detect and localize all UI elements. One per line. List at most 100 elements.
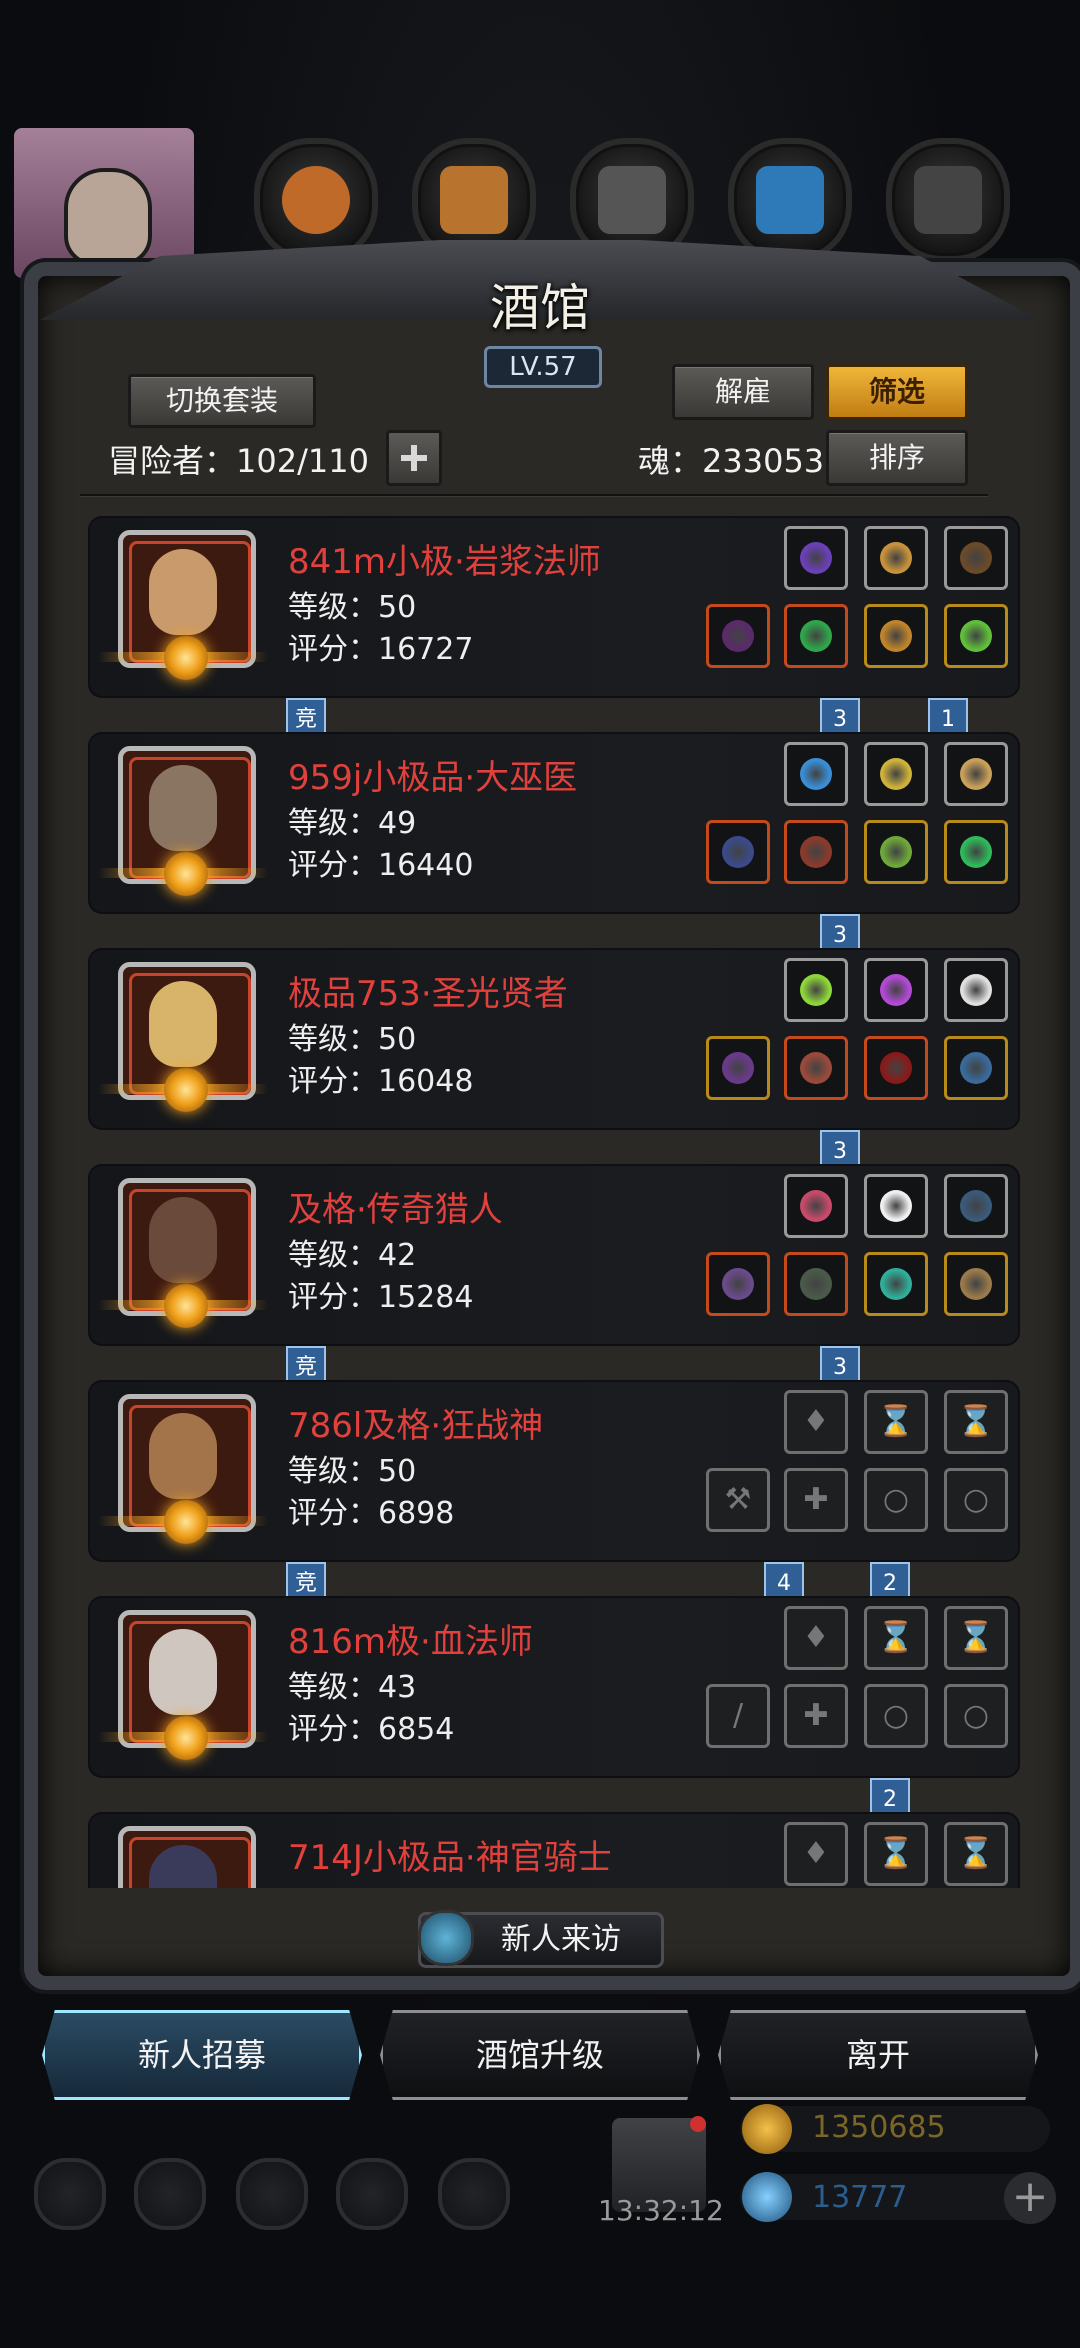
equipment-slot[interactable] <box>706 820 770 884</box>
equipment-slot[interactable] <box>864 1252 928 1316</box>
equipment-slot[interactable] <box>944 820 1008 884</box>
equipment-slot[interactable] <box>944 742 1008 806</box>
hero-score: 评分：15284 <box>288 1280 474 1315</box>
recruit-button[interactable]: 新人招募 <box>42 2010 362 2100</box>
filter-button[interactable]: 筛选 <box>826 364 968 420</box>
rank-star-icon <box>164 1068 208 1112</box>
empty-equipment-slot[interactable]: ✚ <box>784 1468 848 1532</box>
hero-card[interactable]: 786l及格·狂战神 等级：50 评分：6898 ♦ ⌛ ⌛ ⚒ ✚ ○ ○ <box>88 1380 1020 1562</box>
equipment-slot[interactable] <box>944 1174 1008 1238</box>
equipment-slot[interactable] <box>784 526 848 590</box>
hero-level: 等级：50 <box>288 1454 417 1489</box>
empty-equipment-slot[interactable]: ⌛ <box>864 1822 928 1886</box>
hero-card[interactable]: 714J小极品·神官骑士 ♦ ⌛ ⌛ <box>88 1812 1020 1888</box>
hero-level: 等级：43 <box>288 1670 417 1705</box>
new-visitor-label: 新人来访 <box>501 1922 621 1957</box>
gold-amount: 1350685 <box>812 2110 946 2145</box>
gold-coin-icon <box>742 2104 792 2154</box>
hero-list[interactable]: 841m小极·岩浆法师 等级：50 评分：16727 竞 3 1 959j小极品·大巫医 等级… <box>48 500 1038 1888</box>
equipment-slot[interactable] <box>944 604 1008 668</box>
leave-button[interactable]: 离开 <box>718 2010 1038 2100</box>
settings-icon[interactable] <box>34 2158 106 2230</box>
equipment-slot[interactable] <box>784 820 848 884</box>
sword-icon[interactable] <box>438 2158 510 2230</box>
hero-level: 等级：42 <box>288 1238 417 1273</box>
hero-score: 评分：16048 <box>288 1064 474 1099</box>
adventurer-count: 冒险者：102/110 <box>108 442 369 480</box>
equipment-slot[interactable] <box>706 1036 770 1100</box>
equipment-slot[interactable] <box>706 1252 770 1316</box>
add-capacity-button[interactable] <box>386 430 442 486</box>
hero-card[interactable]: 极品753·圣光贤者 等级：50 评分：16048 <box>88 948 1020 1130</box>
empty-equipment-slot[interactable]: ⌛ <box>864 1390 928 1454</box>
equipment-slot[interactable] <box>864 1036 928 1100</box>
empty-equipment-slot[interactable]: ⚒ <box>706 1468 770 1532</box>
dismiss-button[interactable]: 解雇 <box>672 364 814 420</box>
gem-amount: 13777 <box>812 2180 908 2215</box>
equipment-slot[interactable] <box>784 742 848 806</box>
hero-portrait[interactable] <box>118 1826 256 1888</box>
empty-equipment-slot[interactable]: ○ <box>944 1684 1008 1748</box>
shield-icon[interactable] <box>134 2158 206 2230</box>
hero-score: 评分：6854 <box>288 1712 455 1747</box>
equipment-slot[interactable] <box>784 604 848 668</box>
hero-level: 等级：49 <box>288 806 417 841</box>
equipment-slot[interactable] <box>784 958 848 1022</box>
add-gems-button[interactable]: + <box>1004 2172 1056 2224</box>
equipment-slot[interactable] <box>706 604 770 668</box>
equipment-slot[interactable] <box>864 742 928 806</box>
hero-card[interactable]: 959j小极品·大巫医 等级：49 评分：16440 <box>88 732 1020 914</box>
equipment-slot[interactable] <box>784 1252 848 1316</box>
empty-equipment-slot[interactable]: ♦ <box>784 1606 848 1670</box>
upgrade-tavern-button[interactable]: 酒馆升级 <box>380 2010 700 2100</box>
empty-equipment-slot[interactable]: ✚ <box>784 1684 848 1748</box>
equipment-slot[interactable] <box>944 1036 1008 1100</box>
equipment-slot[interactable] <box>864 526 928 590</box>
equipment-slot[interactable] <box>864 1174 928 1238</box>
hero-level: 等级：50 <box>288 590 417 625</box>
hero-score: 评分：16727 <box>288 632 474 667</box>
meat-resource-icon[interactable] <box>254 138 378 262</box>
equipment-slot[interactable] <box>864 604 928 668</box>
empty-equipment-slot[interactable]: ⌛ <box>944 1390 1008 1454</box>
equipment-slot[interactable] <box>944 958 1008 1022</box>
page-title: 酒馆 <box>490 279 590 337</box>
equipment-slot[interactable] <box>944 526 1008 590</box>
empty-equipment-slot[interactable]: ○ <box>864 1468 928 1532</box>
hero-card[interactable]: 及格·传奇猎人等级：42 评分：15284 <box>88 1164 1020 1346</box>
empty-equipment-slot[interactable]: ⌛ <box>864 1606 928 1670</box>
hero-card[interactable]: 816m极·血法师 等级：43 评分：6854 ♦ ⌛ ⌛ / ✚ ○ ○ <box>88 1596 1020 1778</box>
empty-equipment-slot[interactable]: / <box>706 1684 770 1748</box>
mail-icon[interactable] <box>336 2158 408 2230</box>
equipment-slot[interactable] <box>864 820 928 884</box>
clock-icon <box>418 1910 474 1966</box>
equipment-slot[interactable] <box>864 958 928 1022</box>
hero-name: 及格·传奇猎人 <box>288 1190 503 1230</box>
rank-star-icon <box>164 852 208 896</box>
empty-equipment-slot[interactable]: ♦ <box>784 1390 848 1454</box>
gift-notification-dot <box>690 2116 706 2132</box>
rank-star-icon <box>164 636 208 680</box>
soul-count: 魂：233053 <box>638 442 825 480</box>
empty-equipment-slot[interactable]: ○ <box>864 1684 928 1748</box>
crystal-resource-icon[interactable] <box>728 138 852 262</box>
empty-equipment-slot[interactable]: ⌛ <box>944 1606 1008 1670</box>
equipment-slot[interactable] <box>784 1174 848 1238</box>
hero-name: 786l及格·狂战神 <box>288 1406 544 1446</box>
equipment-slot[interactable] <box>784 1036 848 1100</box>
switch-set-button[interactable]: 切换套装 <box>128 374 316 428</box>
empty-equipment-slot[interactable]: ♦ <box>784 1822 848 1886</box>
empty-equipment-slot[interactable]: ⌛ <box>944 1822 1008 1886</box>
iron-resource-icon[interactable] <box>886 138 1010 262</box>
gem-icon <box>742 2172 792 2222</box>
empty-equipment-slot[interactable]: ○ <box>944 1468 1008 1532</box>
hero-card[interactable]: 841m小极·岩浆法师 等级：50 评分：16727 <box>88 516 1020 698</box>
sort-button[interactable]: 排序 <box>826 430 968 486</box>
rank-star-icon <box>164 1500 208 1544</box>
hero-score: 评分：6898 <box>288 1496 455 1531</box>
hero-score: 评分：16440 <box>288 848 474 883</box>
player-avatar[interactable] <box>14 128 194 278</box>
equipment-slot[interactable] <box>944 1252 1008 1316</box>
castle-icon[interactable] <box>236 2158 308 2230</box>
divider <box>80 494 988 496</box>
